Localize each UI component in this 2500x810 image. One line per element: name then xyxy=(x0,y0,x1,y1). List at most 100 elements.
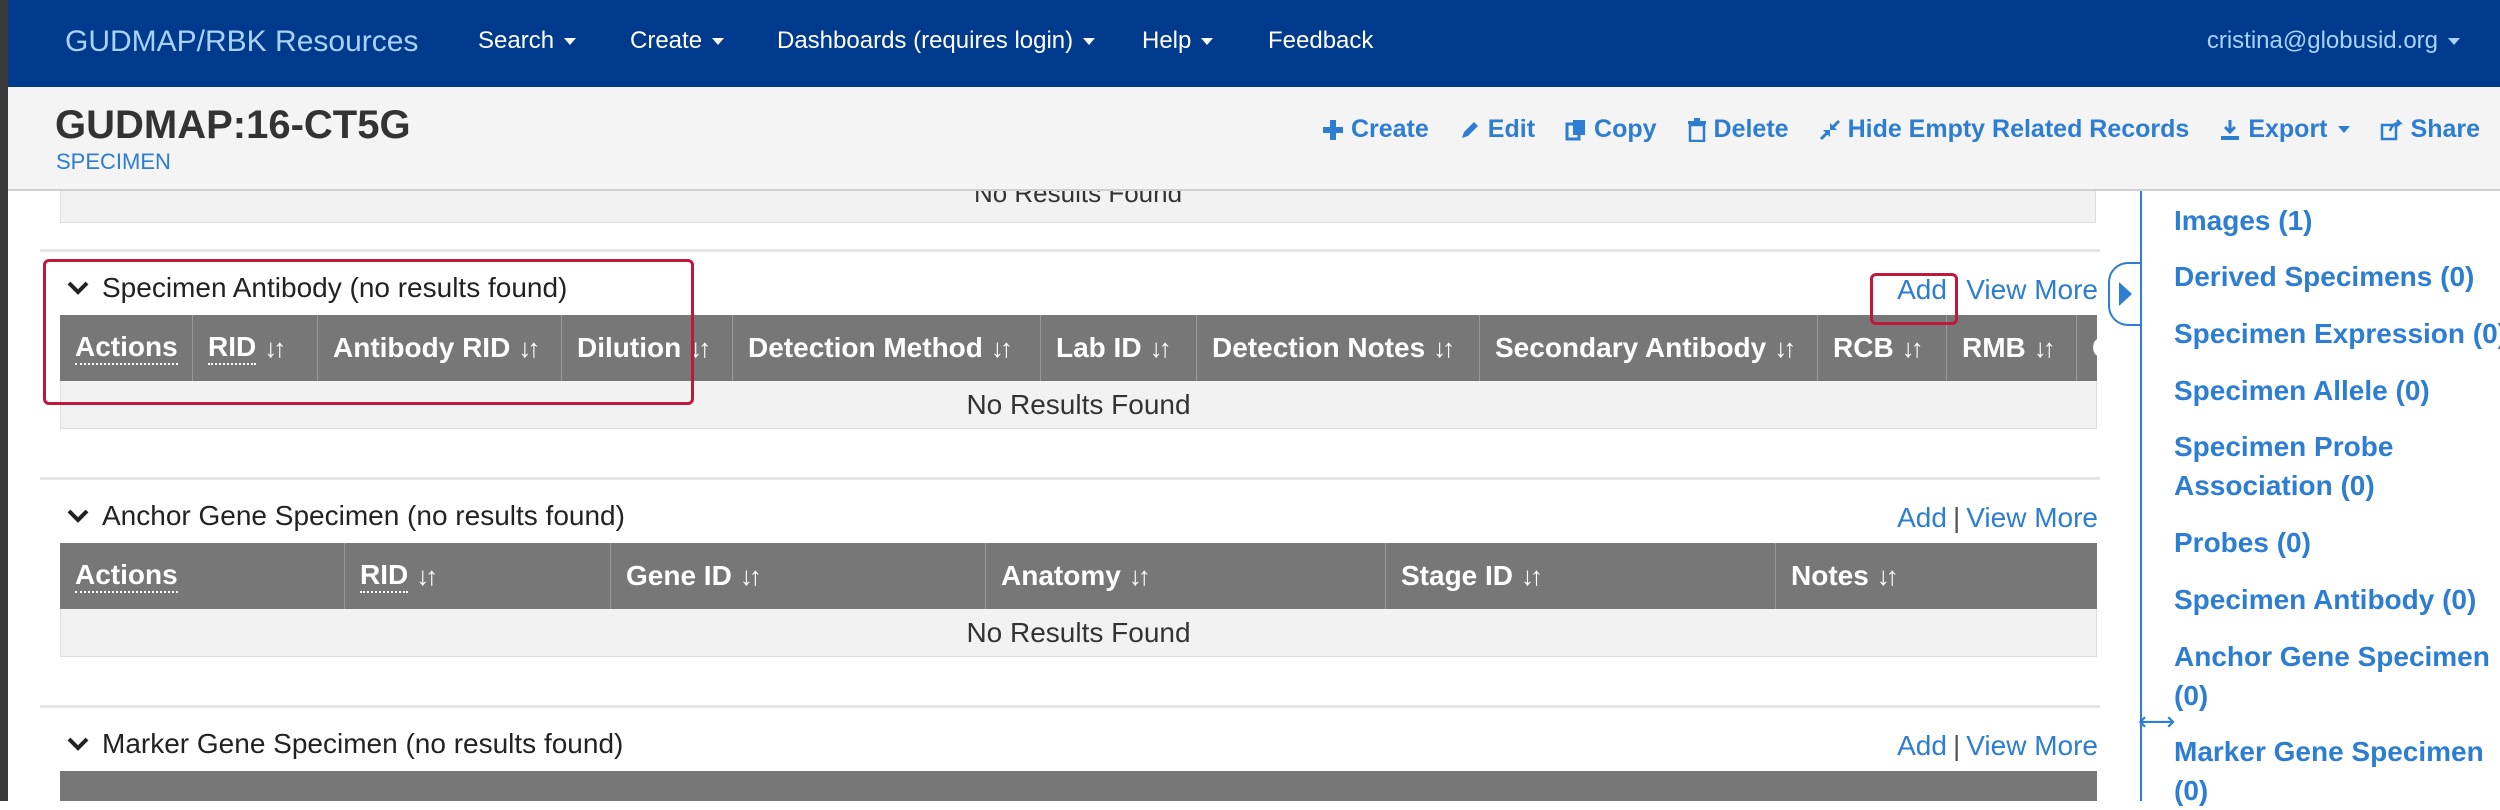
toc-item-specimen-probe-association[interactable]: Specimen Probe Association (0) xyxy=(2174,427,2424,505)
nav-create-menu[interactable]: Create xyxy=(630,27,725,55)
record-table-link[interactable]: SPECIMEN xyxy=(56,149,171,175)
hide-empty-label: Hide Empty Related Records xyxy=(1847,115,2190,143)
toc-item-probes[interactable]: Probes (0) xyxy=(2174,523,2494,562)
column-header-secondary-antibody[interactable]: Secondary Antibody ↓↑ xyxy=(1480,315,1818,381)
sort-icon: ↓↑ xyxy=(1521,560,1543,591)
pencil-icon xyxy=(1461,121,1478,138)
caret-down-icon xyxy=(2337,126,2350,133)
resize-handle-icon[interactable]: ⟷ xyxy=(2138,706,2175,737)
section-toggle-marker-gene-specimen[interactable]: Marker Gene Specimen (no results found) xyxy=(66,728,623,760)
column-header-rid[interactable]: RID ↓↑ xyxy=(345,543,611,609)
column-header-actions: Actions xyxy=(60,543,345,609)
highlight-box-add-link xyxy=(1870,273,1958,325)
toc-item-images[interactable]: Images (1) xyxy=(2174,201,2494,240)
compress-icon xyxy=(1819,119,1840,140)
nav-search-menu[interactable]: Search xyxy=(478,27,577,55)
hide-empty-button[interactable]: Hide Empty Related Records xyxy=(1819,115,2190,144)
section-marker-gene-specimen: Marker Gene Specimen (no results found) … xyxy=(60,722,2110,801)
toc-item-specimen-allele[interactable]: Specimen Allele (0) xyxy=(2174,371,2494,410)
section-divider xyxy=(40,249,2100,252)
nav-feedback-link[interactable]: Feedback xyxy=(1268,27,1373,55)
section-title: Anchor Gene Specimen (no results found) xyxy=(102,500,625,531)
toc-item-specimen-expression[interactable]: Specimen Expression (0) xyxy=(2174,314,2500,353)
section-toggle-anchor-gene-specimen[interactable]: Anchor Gene Specimen (no results found) xyxy=(66,500,625,532)
nav-create-label: Create xyxy=(630,27,703,54)
record-actions: Create Edit Copy Delete Hide Empty Relat… xyxy=(1292,115,2480,144)
share-button[interactable]: Share xyxy=(2380,115,2480,144)
column-header-rmb[interactable]: RMB ↓↑ xyxy=(1947,315,2077,381)
nav-search-label: Search xyxy=(478,27,555,54)
sort-icon: ↓↑ xyxy=(739,560,762,591)
create-button[interactable]: Create xyxy=(1322,115,1429,144)
chevron-down-icon xyxy=(67,737,89,751)
export-icon xyxy=(2221,119,2240,140)
column-header-gene-id[interactable]: Gene ID ↓↑ xyxy=(611,543,986,609)
caret-down-icon xyxy=(2448,38,2460,46)
delete-button[interactable]: Delete xyxy=(1687,115,1789,144)
column-header-stage-id[interactable]: Stage ID ↓↑ xyxy=(1386,543,1776,609)
view-more-link[interactable]: View More xyxy=(1966,502,2098,533)
copy-button[interactable]: Copy xyxy=(1565,115,1657,144)
section-title: Marker Gene Specimen (no results found) xyxy=(102,728,624,759)
column-header-anatomy[interactable]: Anatomy ↓↑ xyxy=(986,543,1386,609)
caret-down-icon xyxy=(564,38,577,46)
brand-link[interactable]: GUDMAP/RBK Resources xyxy=(65,25,418,59)
section-anchor-gene-specimen: Anchor Gene Specimen (no results found) … xyxy=(60,494,2110,669)
column-header-truncated[interactable]: C xyxy=(2077,315,2097,381)
left-edge-strip xyxy=(0,0,8,801)
column-header-lab-id[interactable]: Lab ID ↓↑ xyxy=(1041,315,1197,381)
view-more-link[interactable]: View More xyxy=(1966,730,2098,761)
anchor-gene-specimen-table: Actions RID ↓↑ Gene ID ↓↑ Anatomy ↓↑ Stage … xyxy=(60,543,2097,657)
section-links: Add | View More xyxy=(1897,502,2098,534)
separator: | xyxy=(1952,502,1961,533)
create-label: Create xyxy=(1350,115,1429,143)
record-title: GUDMAP:16-CT5G xyxy=(55,103,411,147)
sort-icon: ↓↑ xyxy=(2033,332,2056,363)
sort-icon: ↓↑ xyxy=(990,332,1013,363)
sidebar-collapse-button[interactable] xyxy=(2108,262,2140,326)
view-more-link[interactable]: View More xyxy=(1966,274,2098,305)
user-email: cristina@globusid.org xyxy=(2206,27,2438,54)
caret-down-icon xyxy=(1201,38,1214,46)
table-of-contents-sidebar: Images (1) Derived Specimens (0) Specime… xyxy=(2140,191,2500,806)
caret-down-icon xyxy=(712,38,725,46)
top-navbar: GUDMAP/RBK Resources Search Create Dashb… xyxy=(0,0,2500,87)
export-label: Export xyxy=(2248,115,2328,143)
previous-table-empty-row: No Results Found xyxy=(60,191,2096,223)
toc-item-specimen-antibody[interactable]: Specimen Antibody (0) xyxy=(2174,580,2494,619)
record-header: GUDMAP:16-CT5G SPECIMEN Create Edit Copy… xyxy=(8,87,2500,191)
column-header-notes[interactable]: Notes ↓↑ xyxy=(1776,543,2097,609)
copy-icon xyxy=(1565,119,1586,140)
add-link[interactable]: Add xyxy=(1897,502,1947,533)
delete-label: Delete xyxy=(1713,115,1789,143)
marker-gene-specimen-table xyxy=(60,771,2097,801)
nav-dashboards-menu[interactable]: Dashboards (requires login) xyxy=(777,27,1096,55)
column-header-detection-method[interactable]: Detection Method ↓↑ xyxy=(733,315,1041,381)
toc-item-derived-specimens[interactable]: Derived Specimens (0) xyxy=(2174,257,2494,296)
nav-help-label: Help xyxy=(1142,27,1192,54)
sort-icon: ↓↑ xyxy=(1901,332,1924,363)
chevron-down-icon xyxy=(67,509,89,523)
empty-text: No Results Found xyxy=(966,388,1191,420)
sort-icon: ↓↑ xyxy=(1876,560,1899,591)
edit-button[interactable]: Edit xyxy=(1459,115,1535,144)
user-menu[interactable]: cristina@globusid.org xyxy=(2207,27,2460,55)
highlight-box-specimen-antibody xyxy=(43,259,694,405)
share-label: Share xyxy=(2410,115,2480,143)
share-icon xyxy=(2380,118,2403,140)
trash-icon xyxy=(1687,117,1706,142)
nav-help-menu[interactable]: Help xyxy=(1142,27,1214,55)
toc-item-anchor-gene-specimen[interactable]: Anchor Gene Specimen (0) xyxy=(2174,637,2499,715)
nav-dashboards-label: Dashboards (requires login) xyxy=(777,27,1074,54)
sort-icon: ↓↑ xyxy=(1128,560,1151,591)
empty-results-row: No Results Found xyxy=(60,609,2097,657)
section-divider xyxy=(40,705,2100,708)
sort-icon: ↓↑ xyxy=(1433,332,1455,363)
toc-item-marker-gene-specimen[interactable]: Marker Gene Specimen (0) xyxy=(2174,732,2499,810)
export-button[interactable]: Export xyxy=(2219,115,2350,144)
empty-text: No Results Found xyxy=(973,191,1183,208)
copy-label: Copy xyxy=(1594,115,1657,143)
add-link[interactable]: Add xyxy=(1897,730,1947,761)
column-header-detection-notes[interactable]: Detection Notes ↓↑ xyxy=(1197,315,1480,381)
section-divider xyxy=(40,477,2100,480)
